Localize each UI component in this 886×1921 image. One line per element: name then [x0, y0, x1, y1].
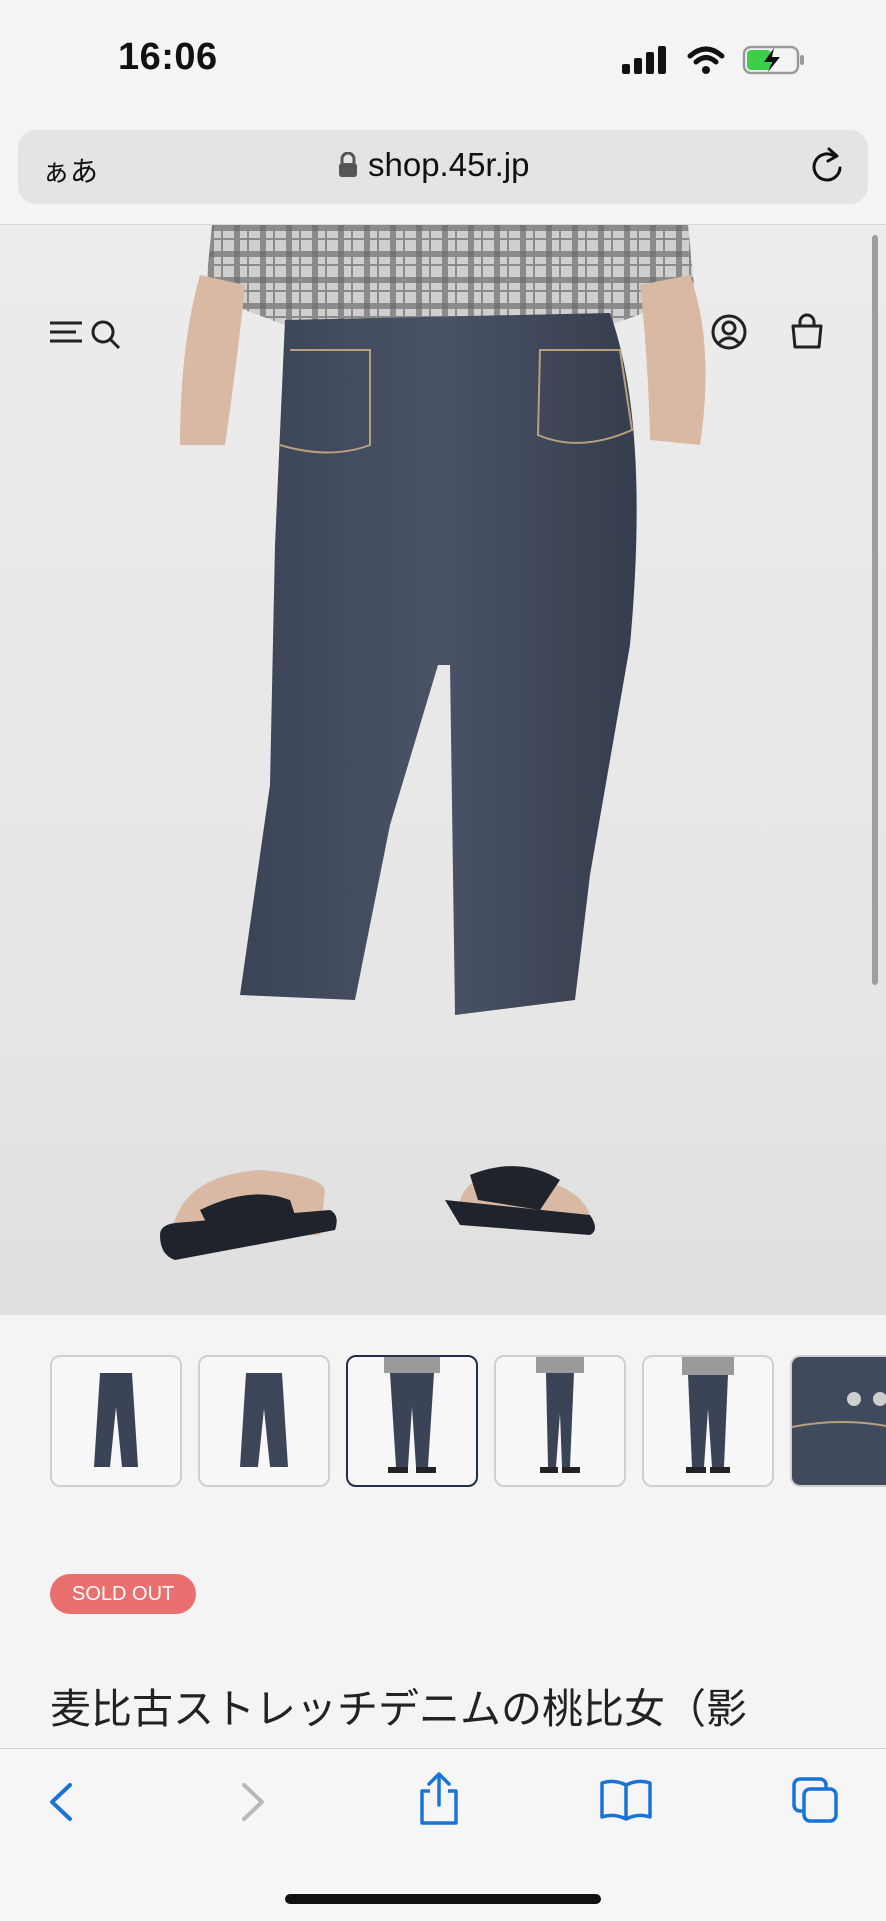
thumbnail-front[interactable]: [50, 1355, 182, 1487]
text-size-button[interactable]: ぁあ: [42, 150, 98, 190]
lock-icon: [339, 152, 357, 177]
status-bar: 16:06: [0, 0, 886, 120]
back-icon[interactable]: [42, 1779, 82, 1825]
menu-icon[interactable]: [48, 317, 84, 347]
url-text: shop.45r.jp: [368, 146, 530, 183]
clock: 16:06: [118, 36, 218, 78]
cart-icon[interactable]: [788, 313, 826, 351]
bookmarks-icon[interactable]: [598, 1777, 654, 1823]
forward-icon[interactable]: [232, 1779, 272, 1825]
tabs-icon[interactable]: [790, 1775, 840, 1825]
address-bar[interactable]: ぁあ shop.45r.jp: [18, 130, 868, 204]
page-scrollbar[interactable]: [872, 235, 878, 985]
product-hero-image[interactable]: [0, 225, 886, 1315]
thumbnail-model-back[interactable]: [642, 1355, 774, 1487]
share-icon[interactable]: [414, 1771, 464, 1827]
product-title: 麦比古ストレッチデニムの桃比女（影: [50, 1686, 747, 1732]
account-icon[interactable]: [710, 313, 748, 351]
site-nav-right: [710, 313, 826, 351]
signal-icon: [622, 46, 666, 74]
thumbnail-gallery: [50, 1355, 886, 1487]
site-nav-left: [48, 317, 122, 351]
battery-charging-icon: [742, 45, 804, 75]
thumbnail-detail[interactable]: [790, 1355, 886, 1487]
search-icon[interactable]: [88, 317, 122, 351]
thumbnail-model-side[interactable]: [494, 1355, 626, 1487]
url-display[interactable]: shop.45r.jp: [338, 146, 529, 184]
status-icons: [622, 44, 806, 76]
sold-out-badge: SOLD OUT: [50, 1574, 197, 1614]
reload-icon[interactable]: [808, 146, 848, 188]
thumbnail-model-front[interactable]: [346, 1355, 478, 1487]
wifi-icon: [687, 46, 725, 74]
home-indicator[interactable]: [285, 1894, 601, 1904]
thumbnail-back[interactable]: [198, 1355, 330, 1487]
product-photo: [160, 225, 706, 1260]
